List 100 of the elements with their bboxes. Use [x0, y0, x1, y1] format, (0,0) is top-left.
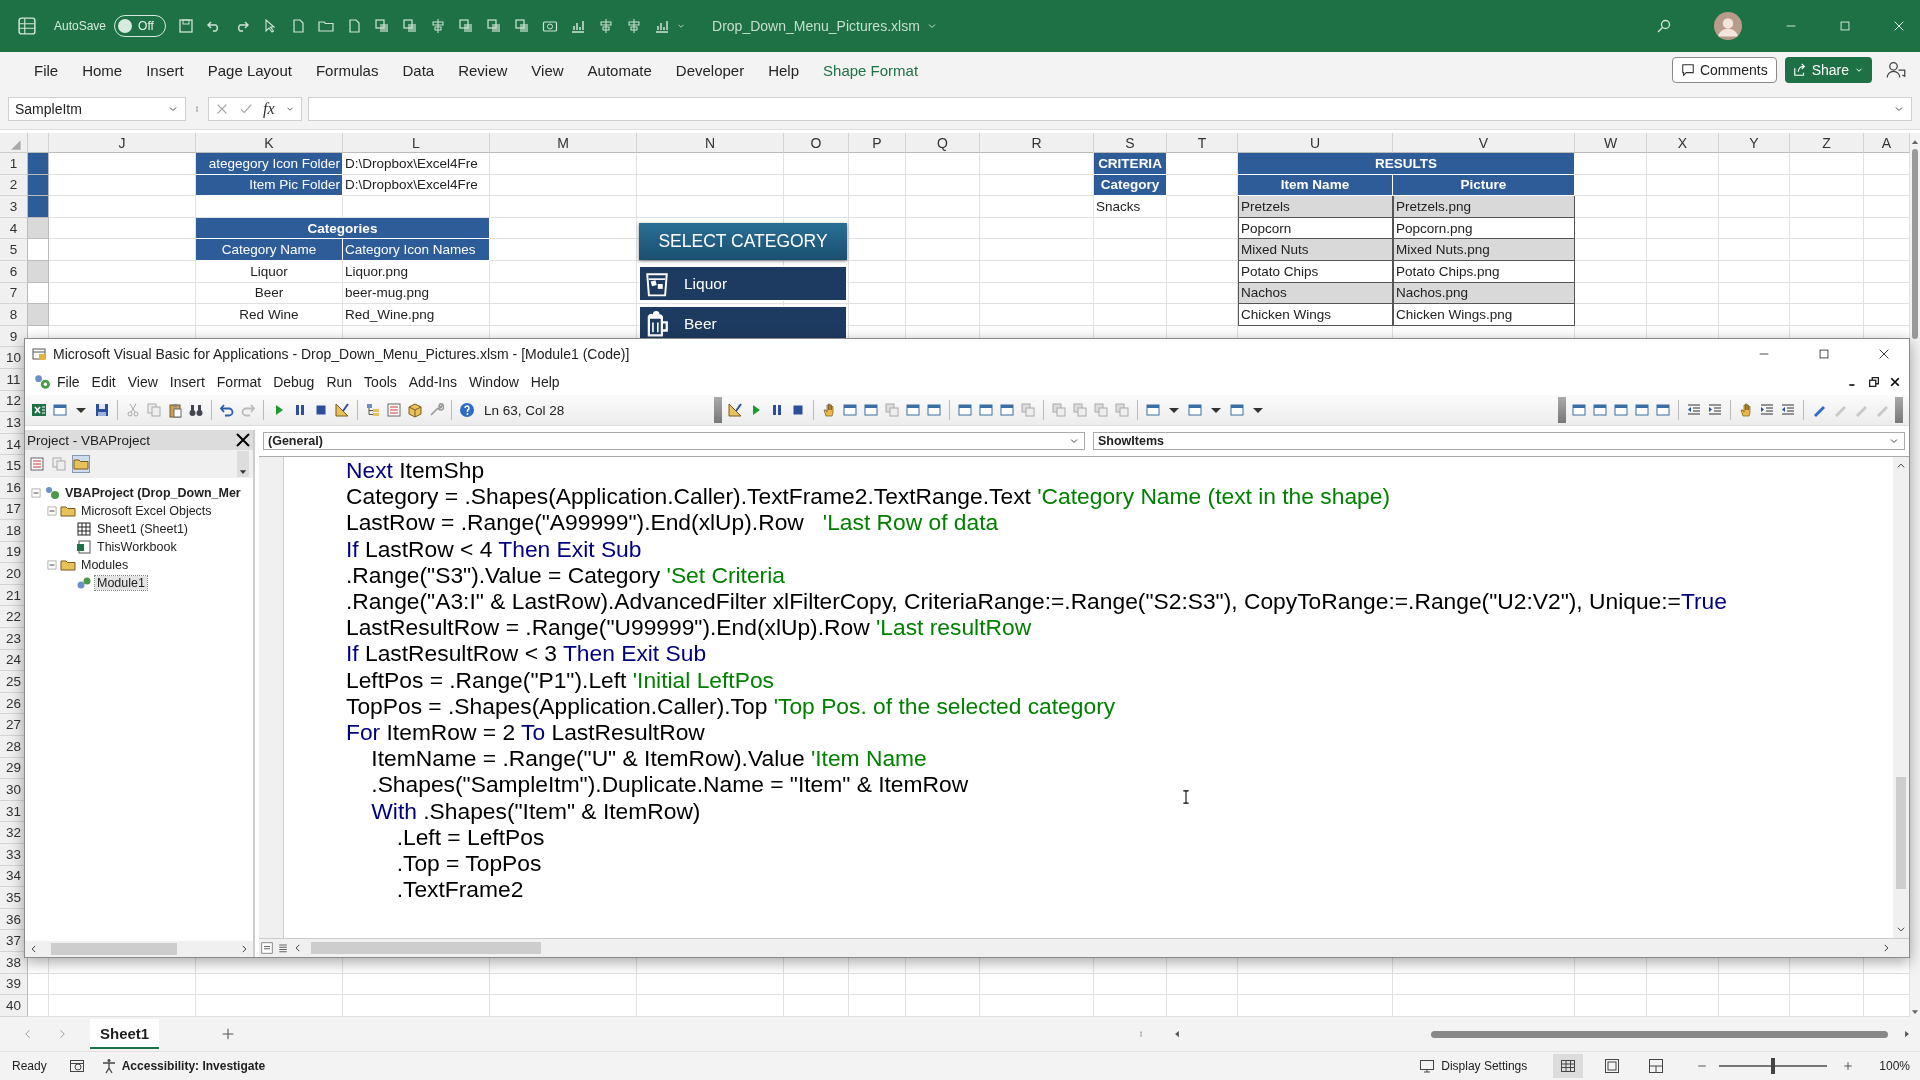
category-button[interactable]: Liquor [639, 266, 847, 301]
column-header[interactable]: N [637, 133, 784, 153]
column-header[interactable]: Q [906, 133, 980, 153]
procedure-dropdown[interactable]: ShowItems [1093, 432, 1905, 450]
collapse-icon[interactable] [47, 506, 57, 516]
row-header[interactable]: 2 [0, 174, 28, 197]
row-header[interactable]: 5 [0, 239, 28, 261]
list-card-icon[interactable] [29, 456, 45, 472]
insert-function-button[interactable]: fx [263, 99, 275, 118]
menu-item[interactable]: Help [524, 374, 566, 390]
indent-icon[interactable] [1707, 402, 1723, 418]
row-header[interactable]: 6 [0, 260, 28, 283]
scroll-thumb[interactable] [51, 943, 177, 955]
full-module-view-icon[interactable] [277, 942, 289, 954]
binoculars-icon[interactable] [188, 402, 204, 418]
folder-icon[interactable] [318, 18, 335, 34]
row-header[interactable]: 7 [0, 282, 28, 305]
hand-icon[interactable] [1738, 402, 1754, 418]
ribbon-tab[interactable]: Automate [575, 55, 664, 85]
window-icon[interactable] [1613, 402, 1629, 418]
checkmark-icon[interactable] [239, 101, 253, 116]
ribbon-tab[interactable]: Home [70, 55, 135, 85]
vertical-scrollbar[interactable] [1910, 133, 1920, 1017]
ribbon-tab[interactable]: Data [390, 55, 447, 85]
column-header[interactable]: A [1864, 133, 1910, 153]
menu-item[interactable]: Insert [163, 374, 211, 390]
ribbon-tab[interactable]: Review [446, 55, 520, 85]
column-header[interactable]: J [49, 133, 196, 153]
macro-record-icon[interactable] [68, 1058, 85, 1074]
window-icon[interactable] [957, 402, 973, 418]
search-icon[interactable] [1656, 18, 1672, 34]
select-category-button[interactable]: SELECT CATEGORY [639, 223, 847, 260]
view-button[interactable] [1553, 1054, 1584, 1078]
column-header[interactable]: O [784, 133, 849, 153]
overlapping-squares-icon[interactable] [374, 18, 391, 34]
row-header[interactable]: 4 [0, 217, 28, 240]
window-icon[interactable] [905, 402, 921, 418]
wrench-icon[interactable] [428, 402, 444, 418]
window-icon[interactable] [926, 402, 942, 418]
select-all-corner[interactable] [0, 133, 28, 153]
column-header[interactable]: V [1393, 133, 1575, 153]
collapse-icon[interactable] [31, 488, 41, 498]
scroll-thumb[interactable] [1896, 777, 1906, 889]
toolbar-grip[interactable] [1558, 397, 1566, 423]
ruler-pencil-icon[interactable] [334, 402, 350, 418]
avatar-icon[interactable] [1714, 12, 1742, 40]
procedure-view-icon[interactable] [261, 942, 273, 954]
horizontal-scrollbar[interactable] [25, 941, 253, 957]
menu-item[interactable]: Format [210, 374, 268, 390]
menu-item[interactable]: File [51, 374, 86, 390]
scroll-thumb[interactable] [1431, 1031, 1888, 1038]
accessibility-button[interactable]: Accessibility: Investigate [100, 1058, 266, 1074]
row-header[interactable]: 1 [0, 153, 28, 175]
column-header[interactable]: M [490, 133, 637, 153]
ribbon-tab[interactable]: Insert [134, 55, 196, 85]
outdent-icon[interactable] [1780, 402, 1796, 418]
share-button[interactable]: Share [1784, 57, 1872, 83]
menu-item[interactable]: Tools [358, 374, 403, 390]
tree-item[interactable]: Sheet1 (Sheet1) [95, 522, 191, 536]
scroll-thumb[interactable] [1912, 149, 1918, 339]
row-header[interactable]: 3 [0, 196, 28, 218]
column-header[interactable]: Z [1790, 133, 1864, 153]
scroll-thumb[interactable] [311, 942, 541, 954]
person-icon[interactable] [1886, 60, 1906, 80]
ruler-pencil-icon[interactable] [727, 402, 743, 418]
column-header[interactable]: R [980, 133, 1094, 153]
menu-item[interactable]: Run [320, 374, 359, 390]
chart-icon[interactable] [654, 18, 671, 34]
camera-icon[interactable] [542, 18, 559, 34]
maximize-icon[interactable] [1838, 19, 1852, 33]
row-header[interactable]: 8 [0, 304, 28, 326]
overlapping-squares-icon[interactable] [514, 18, 531, 34]
column-header[interactable]: Y [1719, 133, 1790, 153]
window-icon[interactable] [863, 402, 879, 418]
column-header[interactable]: T [1167, 133, 1238, 153]
close-icon[interactable] [1877, 347, 1891, 361]
window-icon[interactable] [1187, 402, 1203, 418]
overlapping-squares-icon[interactable] [486, 18, 503, 34]
restore-icon[interactable] [1867, 375, 1881, 389]
horizontal-scrollbar[interactable] [293, 942, 1891, 954]
column-header[interactable]: P [849, 133, 906, 153]
aligned-bars-icon[interactable] [626, 18, 643, 34]
plus-icon[interactable] [221, 1027, 236, 1041]
save-icon[interactable] [94, 402, 110, 418]
pointer-icon[interactable] [262, 18, 279, 34]
window-icon[interactable] [1145, 402, 1161, 418]
slider-thumb[interactable] [1771, 1058, 1776, 1074]
tree-item[interactable]: Modules [79, 558, 131, 572]
collapse-icon[interactable] [47, 560, 57, 570]
ribbon-tab[interactable]: Page Layout [195, 55, 304, 85]
row-header[interactable]: 39 [0, 973, 28, 996]
menu-item[interactable]: Edit [85, 374, 122, 390]
hand-icon[interactable] [821, 402, 837, 418]
save-icon[interactable] [178, 18, 195, 34]
column-header[interactable]: W [1575, 133, 1647, 153]
tree-icon[interactable] [365, 402, 381, 418]
display-settings-button[interactable]: Display Settings [1419, 1058, 1528, 1074]
aligned-bars-icon[interactable] [430, 18, 447, 34]
tree-item[interactable]: VBAProject (Drop_Down_Mer [63, 486, 243, 500]
ribbon-tab[interactable]: Shape Format [811, 55, 931, 85]
